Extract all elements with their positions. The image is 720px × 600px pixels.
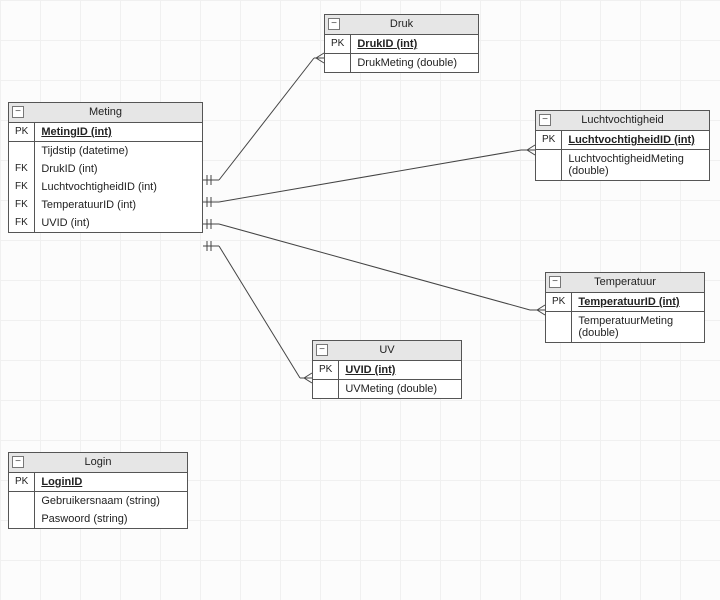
column-key <box>536 150 562 181</box>
column-label: LoginID <box>35 473 187 492</box>
column-row: PKLoginID <box>9 473 187 492</box>
column-row: PKDrukID (int) <box>325 35 478 54</box>
column-key <box>546 312 572 343</box>
entity-uv: − UV PKUVID (int) UVMeting (double) <box>312 340 462 399</box>
column-key: PK <box>546 293 572 312</box>
entity-luchtvochtigheid: − Luchtvochtigheid PKLuchtvochtigheidID … <box>535 110 710 181</box>
column-row: Paswoord (string) <box>9 510 187 528</box>
column-key: PK <box>325 35 351 54</box>
column-label: UVID (int) <box>35 214 202 232</box>
column-label: TemperatuurID (int) <box>35 196 202 214</box>
column-key: FK <box>9 214 35 232</box>
entity-title-label: Druk <box>390 18 413 30</box>
column-key: PK <box>9 473 35 492</box>
entity-title: − Luchtvochtigheid <box>536 111 709 131</box>
entity-title: − UV <box>313 341 461 361</box>
column-label: LuchtvochtigheidMeting (double) <box>562 150 709 181</box>
column-key <box>9 142 35 161</box>
entity-title-label: Meting <box>89 106 122 118</box>
column-key <box>313 380 339 399</box>
column-label: DrukID (int) <box>35 160 202 178</box>
collapse-icon[interactable]: − <box>12 106 24 118</box>
entity-temperatuur: − Temperatuur PKTemperatuurID (int) Temp… <box>545 272 705 343</box>
entity-title: − Meting <box>9 103 202 123</box>
collapse-icon[interactable]: − <box>328 18 340 30</box>
collapse-icon[interactable]: − <box>549 276 561 288</box>
column-key <box>325 54 351 73</box>
column-row: PKUVID (int) <box>313 361 461 380</box>
column-label: UVMeting (double) <box>339 380 461 399</box>
column-key: PK <box>536 131 562 150</box>
column-label: DrukID (int) <box>351 35 478 54</box>
column-row: FKDrukID (int) <box>9 160 202 178</box>
collapse-icon[interactable]: − <box>12 456 24 468</box>
column-key: FK <box>9 178 35 196</box>
column-row: DrukMeting (double) <box>325 54 478 73</box>
entity-title-label: Login <box>85 456 112 468</box>
column-key <box>9 510 35 528</box>
column-label: Tijdstip (datetime) <box>35 142 202 161</box>
entity-title-label: UV <box>379 344 394 356</box>
column-key: PK <box>313 361 339 380</box>
column-row: Tijdstip (datetime) <box>9 142 202 161</box>
column-row: TemperatuurMeting (double) <box>546 312 704 343</box>
column-label: TemperatuurID (int) <box>572 293 704 312</box>
entity-title: − Temperatuur <box>546 273 704 293</box>
entity-columns: PKMetingID (int) Tijdstip (datetime) FKD… <box>9 123 202 232</box>
column-row: FKUVID (int) <box>9 214 202 232</box>
column-key: PK <box>9 123 35 142</box>
column-row: Gebruikersnaam (string) <box>9 492 187 511</box>
column-row: PKMetingID (int) <box>9 123 202 142</box>
entity-login: − Login PKLoginID Gebruikersnaam (string… <box>8 452 188 529</box>
collapse-icon[interactable]: − <box>316 344 328 356</box>
column-key: FK <box>9 160 35 178</box>
entity-title-label: Temperatuur <box>594 276 656 288</box>
column-row: FKTemperatuurID (int) <box>9 196 202 214</box>
column-label: DrukMeting (double) <box>351 54 478 73</box>
column-key <box>9 492 35 511</box>
entity-meting: − Meting PKMetingID (int) Tijdstip (date… <box>8 102 203 233</box>
column-row: PKTemperatuurID (int) <box>546 293 704 312</box>
column-label: TemperatuurMeting (double) <box>572 312 704 343</box>
column-row: PKLuchtvochtigheidID (int) <box>536 131 709 150</box>
entity-title: − Login <box>9 453 187 473</box>
entity-druk: − Druk PKDrukID (int) DrukMeting (double… <box>324 14 479 73</box>
column-key: FK <box>9 196 35 214</box>
column-label: UVID (int) <box>339 361 461 380</box>
column-row: UVMeting (double) <box>313 380 461 399</box>
column-label: Paswoord (string) <box>35 510 187 528</box>
column-label: LuchtvochtigheidID (int) <box>562 131 709 150</box>
column-label: LuchtvochtigheidID (int) <box>35 178 202 196</box>
column-row: LuchtvochtigheidMeting (double) <box>536 150 709 181</box>
entity-title: − Druk <box>325 15 478 35</box>
entity-title-label: Luchtvochtigheid <box>581 114 664 126</box>
column-label: MetingID (int) <box>35 123 202 142</box>
collapse-icon[interactable]: − <box>539 114 551 126</box>
column-row: FKLuchtvochtigheidID (int) <box>9 178 202 196</box>
column-label: Gebruikersnaam (string) <box>35 492 187 511</box>
